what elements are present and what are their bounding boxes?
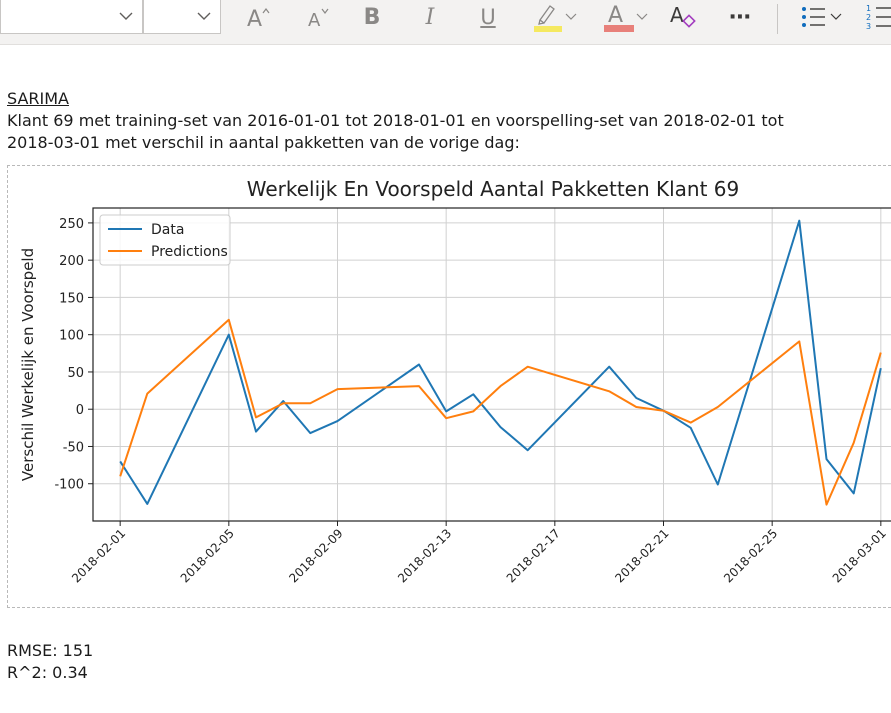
y-tick-label: -100 [54, 478, 84, 493]
description-line-2: 2018-03-01 met verschil in aantal pakket… [7, 133, 520, 152]
document-body: SARIMA Klant 69 met training-set van 201… [7, 88, 887, 154]
svg-text:A: A [308, 10, 321, 30]
font-color-button[interactable]: A [596, 0, 654, 34]
italic-icon: I [425, 4, 435, 30]
grow-font-icon: A [247, 7, 270, 30]
highlighter-icon [534, 5, 562, 32]
legend-label: Predictions [151, 244, 228, 260]
y-tick-label: 0 [76, 403, 84, 418]
y-axis-label: Verschil Werkelijk en Voorspeld [19, 248, 37, 481]
chevron-down-icon[interactable] [196, 6, 212, 26]
svg-text:A: A [247, 7, 262, 30]
y-tick-label: 250 [59, 217, 84, 232]
clear-formatting-icon: A [670, 3, 696, 28]
underline-icon: U [480, 5, 496, 29]
x-tick-label: 2018-02-01 [69, 526, 128, 585]
chart-image-frame[interactable]: -100 -50 0 50 100 150 200 250 2018-02-01 2018-02-… [7, 165, 891, 608]
bold-button[interactable]: B [356, 0, 388, 34]
font-name-combo[interactable] [0, 0, 143, 34]
legend-label: Data [151, 222, 184, 238]
svg-text:3: 3 [866, 22, 871, 31]
svg-text:A: A [670, 3, 684, 27]
italic-button[interactable]: I [414, 0, 446, 34]
more-options-button[interactable]: ⋯ [722, 0, 758, 34]
x-tick-label: 2018-02-21 [612, 526, 671, 585]
chevron-down-icon[interactable] [118, 6, 134, 26]
chevron-down-icon[interactable] [829, 10, 843, 24]
font-color-icon: A [604, 3, 634, 32]
grow-font-button[interactable]: A [240, 0, 276, 34]
formatting-toolbar: A A B I U A A ⋯ 1 2 3 [0, 0, 891, 45]
y-tick-label: 50 [67, 366, 84, 381]
font-size-combo[interactable] [143, 0, 221, 34]
y-tick-label: 100 [59, 329, 84, 344]
y-tick-label: 200 [59, 254, 84, 269]
clear-formatting-button[interactable]: A [666, 0, 702, 34]
rmse-text: RMSE: 151 [7, 641, 94, 660]
x-tick-label: 2018-02-25 [721, 526, 780, 585]
svg-text:1: 1 [866, 4, 871, 13]
description-line-1: Klant 69 met training-set van 2016-01-01… [7, 111, 784, 130]
x-tick-label: 2018-02-17 [504, 526, 563, 585]
chart-title: Werkelijk En Voorspeld Aantal Pakketten … [247, 177, 740, 201]
line-chart: -100 -50 0 50 100 150 200 250 2018-02-01 2018-02-… [19, 177, 891, 585]
shrink-font-icon: A [308, 8, 329, 30]
y-tick-label: 150 [59, 291, 84, 306]
r2-text: R^2: 0.34 [7, 663, 88, 682]
metrics-block: RMSE: 151 R^2: 0.34 [7, 640, 93, 684]
bullet-list-icon [802, 7, 825, 27]
toolbar-separator [777, 4, 778, 34]
x-tick-label: 2018-02-13 [395, 526, 454, 585]
x-tick-label: 2018-02-05 [178, 526, 237, 585]
underline-button[interactable]: U [472, 0, 504, 34]
shrink-font-button[interactable]: A [300, 0, 336, 34]
bullet-list-button[interactable] [792, 0, 848, 34]
highlight-button[interactable] [526, 0, 582, 34]
svg-text:A: A [608, 3, 623, 28]
chevron-down-icon[interactable] [564, 10, 578, 24]
svg-text:2: 2 [866, 13, 871, 22]
more-icon: ⋯ [729, 4, 751, 30]
series-line-data [119, 219, 882, 505]
numbered-list-button[interactable]: 1 2 3 [862, 0, 891, 34]
x-tick-label: 2018-02-09 [286, 526, 345, 585]
y-tick-label: -50 [63, 440, 84, 455]
numbered-list-icon: 1 2 3 [866, 4, 891, 31]
chevron-down-icon[interactable] [635, 10, 649, 24]
x-tick-label: 2018-03-01 [830, 526, 889, 585]
section-heading: SARIMA [7, 89, 69, 108]
series-line-predictions [119, 318, 882, 506]
bold-icon: B [363, 4, 381, 30]
